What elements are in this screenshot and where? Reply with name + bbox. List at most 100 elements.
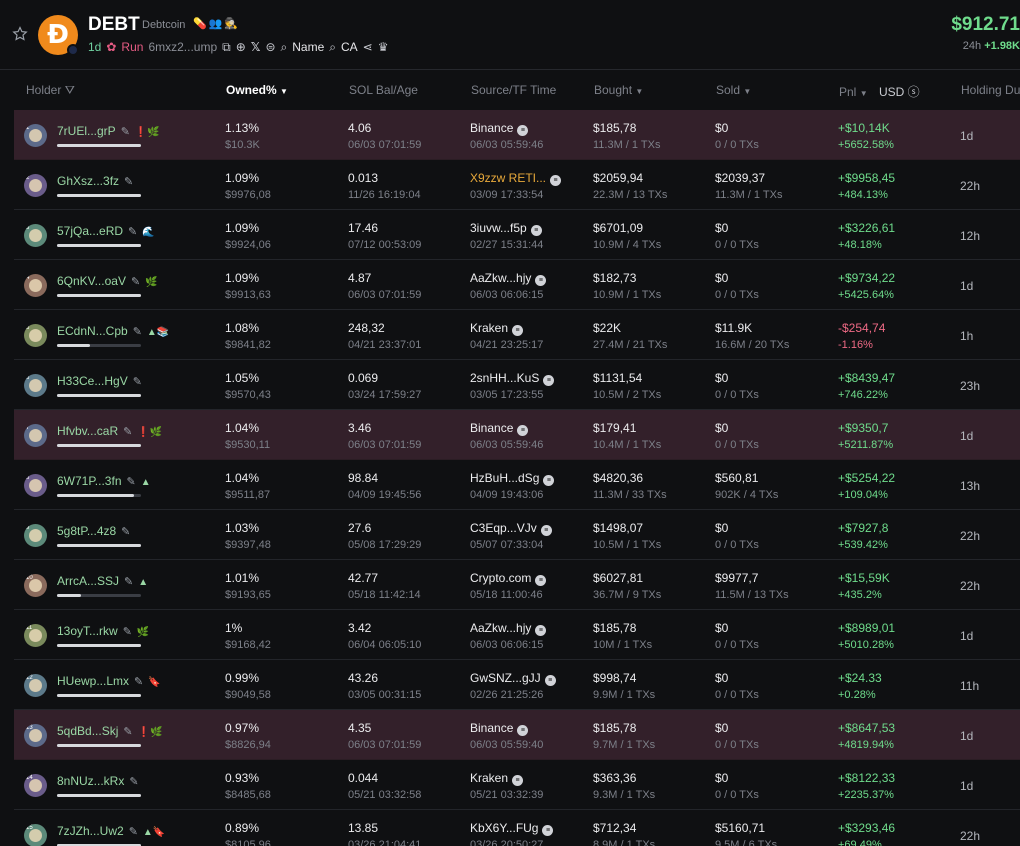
edit-icon[interactable]: ✎ [123, 426, 132, 438]
edit-icon[interactable]: ✎ [133, 376, 142, 388]
funding-source[interactable]: Binance ≡ [470, 721, 529, 736]
table-row[interactable]: 10 ArrcA...SSJ ✎ ▲ 1.01% $9193,65 42.77 05… [14, 560, 1020, 610]
pnl-value: +$9734,22 [838, 271, 896, 285]
table-row[interactable]: 8 6W71P...3fn ✎ ▲ 1.04% $9511,87 98.84 04/… [14, 460, 1020, 510]
funding-source[interactable]: AaZkw...hjy ≡ [470, 621, 547, 636]
holder-address[interactable]: GhXsz...3fz ✎ [57, 174, 138, 188]
holder-tag-icons: ❗🌿 [137, 727, 163, 738]
table-row[interactable]: 15 7zJZh...Uw2 ✎ ▲🔖 0.89% $8105,96 13.85 0… [14, 810, 1020, 846]
funding-source[interactable]: X9zzw RETI... ≡ [470, 171, 562, 186]
holding-duration: 1d [960, 279, 974, 293]
crown-icon[interactable]: ♛ [378, 40, 389, 54]
table-row[interactable]: 11 13oyT...rkw ✎ 🌿 1% $9168,42 3.42 06/04 … [14, 610, 1020, 660]
exchange-icon: ≡ [512, 775, 524, 786]
funding-source[interactable]: C3Eqp...VJv ≡ [470, 521, 552, 536]
edit-icon[interactable]: ✎ [128, 226, 137, 238]
table-row[interactable]: 5 ECdnN...Cpb ✎ ▲📚 1.08% $9841,82 248,32 0… [14, 310, 1020, 360]
edit-icon[interactable]: ✎ [129, 776, 138, 788]
holder-address[interactable]: Hfvbv...caR ✎ ❗🌿 [57, 424, 162, 438]
owned-column-header[interactable]: Owned% ▼ [226, 83, 288, 97]
table-row[interactable]: 7 Hfvbv...caR ✎ ❗🌿 1.04% $9530,11 3.46 06/… [14, 410, 1020, 460]
holder-address[interactable]: 6QnKV...oaV ✎ 🌿 [57, 274, 158, 288]
exchange-icon: ≡ [543, 375, 555, 386]
exchange-icon: ≡ [517, 125, 529, 136]
funding-source[interactable]: GwSNZ...gJJ ≡ [470, 671, 556, 686]
holder-address[interactable]: HUewp...Lmx ✎ 🔖 [57, 674, 161, 688]
table-row[interactable]: 13 5qdBd...Skj ✎ ❗🌿 0.97% $8826,94 4.35 06… [14, 710, 1020, 760]
funding-source[interactable]: KbX6Y...FUg ≡ [470, 821, 554, 836]
table-row[interactable]: 12 HUewp...Lmx ✎ 🔖 0.99% $9049,58 43.26 03… [14, 660, 1020, 710]
table-row[interactable]: 3 57jQa...eRD ✎ 🌊 1.09% $9924,06 17.46 07/… [14, 210, 1020, 260]
name-search-button[interactable]: Name [292, 40, 324, 54]
holder-address[interactable]: ECdnN...Cpb ✎ ▲📚 [57, 324, 169, 338]
edit-icon[interactable]: ✎ [133, 326, 142, 338]
funding-source[interactable]: Kraken ≡ [470, 771, 524, 786]
bought-column-header[interactable]: Bought ▼ [594, 83, 643, 97]
holder-address[interactable]: 6W71P...3fn ✎ ▲ [57, 474, 151, 488]
holder-address[interactable]: 7rUEl...grP ✎ ❗🌿 [57, 124, 160, 138]
holder-column-header[interactable]: Holder ⛛ [26, 83, 75, 98]
table-row[interactable]: 1 7rUEl...grP ✎ ❗🌿 1.13% $10.3K 4.06 06/03… [14, 110, 1020, 160]
search-icon[interactable]: ⌕ [329, 40, 336, 55]
table-row[interactable]: 4 6QnKV...oaV ✎ 🌿 1.09% $9913,63 4.87 06/0… [14, 260, 1020, 310]
edit-icon[interactable]: ✎ [123, 726, 132, 738]
sold-column-header[interactable]: Sold ▼ [716, 83, 751, 97]
bought-usd: $4820,36 [593, 471, 644, 485]
funding-source[interactable]: AaZkw...hjy ≡ [470, 271, 547, 286]
table-row[interactable]: 6 H33Ce...HgV ✎ 1.05% $9570,43 0.069 03/2… [14, 360, 1020, 410]
website-icon[interactable]: ⊕ [236, 40, 246, 54]
sort-down-icon: ▼ [280, 87, 288, 96]
copy-icon[interactable]: ⧉ [222, 40, 231, 55]
telegram-icon[interactable]: ⊜ [265, 40, 275, 54]
sol-balance: 0.044 [348, 771, 379, 785]
funding-time: 03/05 17:23:55 [470, 389, 544, 401]
table-row[interactable]: 14 8nNUz...kRx ✎ 0.93% $8485,68 0.044 05/… [14, 760, 1020, 810]
holder-address[interactable]: 8nNUz...kRx ✎ [57, 774, 144, 788]
holder-address[interactable]: 13oyT...rkw ✎ 🌿 [57, 624, 149, 638]
edit-icon[interactable]: ✎ [134, 676, 143, 688]
holder-address[interactable]: 7zJZh...Uw2 ✎ ▲🔖 [57, 824, 165, 838]
funding-source[interactable]: Binance ≡ [470, 421, 529, 436]
holder-address[interactable]: 5g8tP...4z8 ✎ [57, 524, 135, 538]
funding-source[interactable]: Crypto.com ≡ [470, 571, 547, 586]
holder-header-label: Holder [26, 83, 62, 97]
pnl-percent: +4819.94% [838, 739, 894, 751]
holder-address[interactable]: H33Ce...HgV ✎ [57, 374, 147, 388]
source-column-header[interactable]: Source/TF Time [471, 83, 556, 97]
star-icon[interactable] [12, 26, 28, 42]
funding-source[interactable]: Binance ≡ [470, 121, 529, 136]
sol-column-header[interactable]: SOL Bal/Age [349, 83, 418, 97]
bought-header-label: Bought [594, 83, 633, 97]
x-twitter-icon[interactable]: 𝕏 [251, 40, 261, 54]
funding-source[interactable]: HzBuH...dSg ≡ [470, 471, 555, 486]
holder-address[interactable]: ArrcA...SSJ ✎ ▲ [57, 574, 148, 588]
edit-icon[interactable]: ✎ [121, 526, 130, 538]
edit-icon[interactable]: ✎ [123, 626, 132, 638]
funding-time: 05/07 07:33:04 [470, 539, 544, 551]
holder-address[interactable]: 5qdBd...Skj ✎ ❗🌿 [57, 724, 163, 738]
search-icon[interactable]: ⌕ [281, 40, 288, 55]
share-icon[interactable]: ⋖ [363, 40, 373, 54]
funding-source[interactable]: 2snHH...KuS ≡ [470, 371, 555, 386]
filter-icon[interactable]: ⛛ [65, 83, 75, 97]
funding-source[interactable]: 3iuvw...f5p ≡ [470, 221, 542, 236]
holding-column-header[interactable]: Holding Dur [961, 83, 1020, 97]
table-row[interactable]: 9 5g8tP...4z8 ✎ 1.03% $9397,48 27.6 05/08… [14, 510, 1020, 560]
ca-search-button[interactable]: CA [341, 40, 358, 54]
funding-time: 05/18 11:00:46 [470, 589, 543, 601]
funding-source[interactable]: Kraken ≡ [470, 321, 524, 336]
dollar-circle-icon[interactable]: ⓢ [908, 85, 920, 99]
holder-address[interactable]: 57jQa...eRD ✎ 🌊 [57, 224, 155, 238]
edit-icon[interactable]: ✎ [129, 826, 138, 838]
edit-icon[interactable]: ✎ [124, 576, 133, 588]
table-header: Holder ⛛ Owned% ▼ SOL Bal/Age Source/TF … [0, 72, 1020, 108]
pnl-column-header[interactable]: Pnl ▼ USD ⓢ [839, 83, 920, 100]
edit-icon[interactable]: ✎ [124, 176, 133, 188]
edit-icon[interactable]: ✎ [121, 126, 130, 138]
edit-icon[interactable]: ✎ [127, 476, 136, 488]
currency-toggle[interactable]: USD [879, 85, 904, 99]
edit-icon[interactable]: ✎ [131, 276, 140, 288]
bought-txs: 10.9M / 4 TXs [593, 239, 662, 251]
table-row[interactable]: 2 GhXsz...3fz ✎ 1.09% $9976,08 0.013 11/2… [14, 160, 1020, 210]
contract-address[interactable]: 6mxz2...ump [148, 40, 217, 54]
